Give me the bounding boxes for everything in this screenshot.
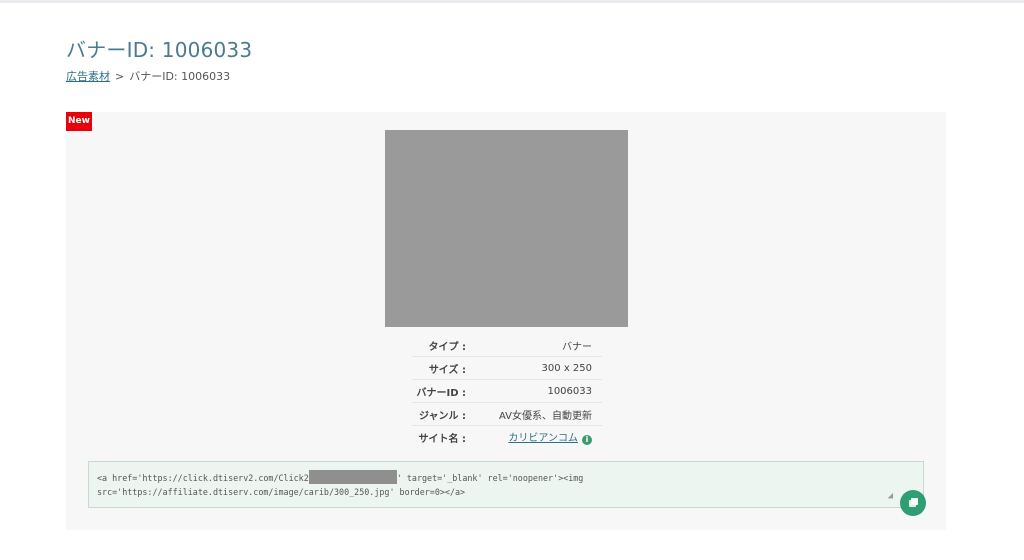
copy-button[interactable] (900, 490, 926, 516)
code-line-1-suffix: ' target='_blank' rel='noopener'><img (396, 473, 584, 483)
breadcrumb-separator: > (115, 70, 125, 83)
breadcrumb-current: バナーID: 1006033 (129, 70, 231, 83)
resize-handle-icon[interactable]: ◢ (888, 489, 893, 503)
banner-info-table: タイプ : バナー サイズ : 300 x 250 バナーID : 100603… (412, 334, 602, 448)
info-row-banner-id: バナーID : 1006033 (412, 379, 602, 403)
info-key: バナーID : (412, 379, 470, 403)
redacted-block (308, 470, 397, 484)
info-value: 1006033 (470, 379, 602, 403)
info-key: タイプ : (412, 334, 470, 357)
new-badge: New (66, 112, 92, 131)
info-value: バナー (470, 334, 602, 357)
info-value: カリビアンコム i (470, 426, 602, 449)
info-key: サイズ : (412, 356, 470, 380)
info-key: ジャンル : (412, 402, 470, 426)
top-bar (0, 0, 1024, 3)
code-line-2: src='https://affiliate.dtiserv.com/image… (97, 487, 466, 497)
page-title: バナーID: 1006033 (66, 38, 253, 62)
info-row-genre: ジャンル : AV女優系、自動更新 (412, 402, 602, 426)
code-line-1-prefix: <a href='https://click.dtiserv2.com/Clic… (97, 473, 309, 483)
info-row-type: タイプ : バナー (412, 334, 602, 357)
site-name-link[interactable]: カリビアンコム (508, 433, 578, 444)
copy-icon-front (911, 498, 918, 505)
embed-code-textarea[interactable]: <a href='https://click.dtiserv2.com/Clic… (88, 461, 924, 508)
banner-panel: New タイプ : バナー サイズ : 300 x 250 バナーID : 10… (66, 112, 946, 530)
info-key: サイト名 : (418, 433, 466, 445)
breadcrumb-link-ad-materials[interactable]: 広告素材 (66, 70, 110, 83)
info-value: AV女優系、自動更新 (470, 402, 602, 426)
info-circle-icon[interactable]: i (582, 435, 592, 445)
info-row-size: サイズ : 300 x 250 (412, 356, 602, 380)
info-row-site-name: サイト名 : カリビアンコム i (412, 426, 602, 449)
breadcrumb: 広告素材 > バナーID: 1006033 (66, 68, 230, 84)
info-value: 300 x 250 (470, 356, 602, 380)
code-line-1: <a href='https://click.dtiserv2.com/Clic… (97, 470, 915, 485)
banner-image-placeholder (385, 130, 628, 327)
